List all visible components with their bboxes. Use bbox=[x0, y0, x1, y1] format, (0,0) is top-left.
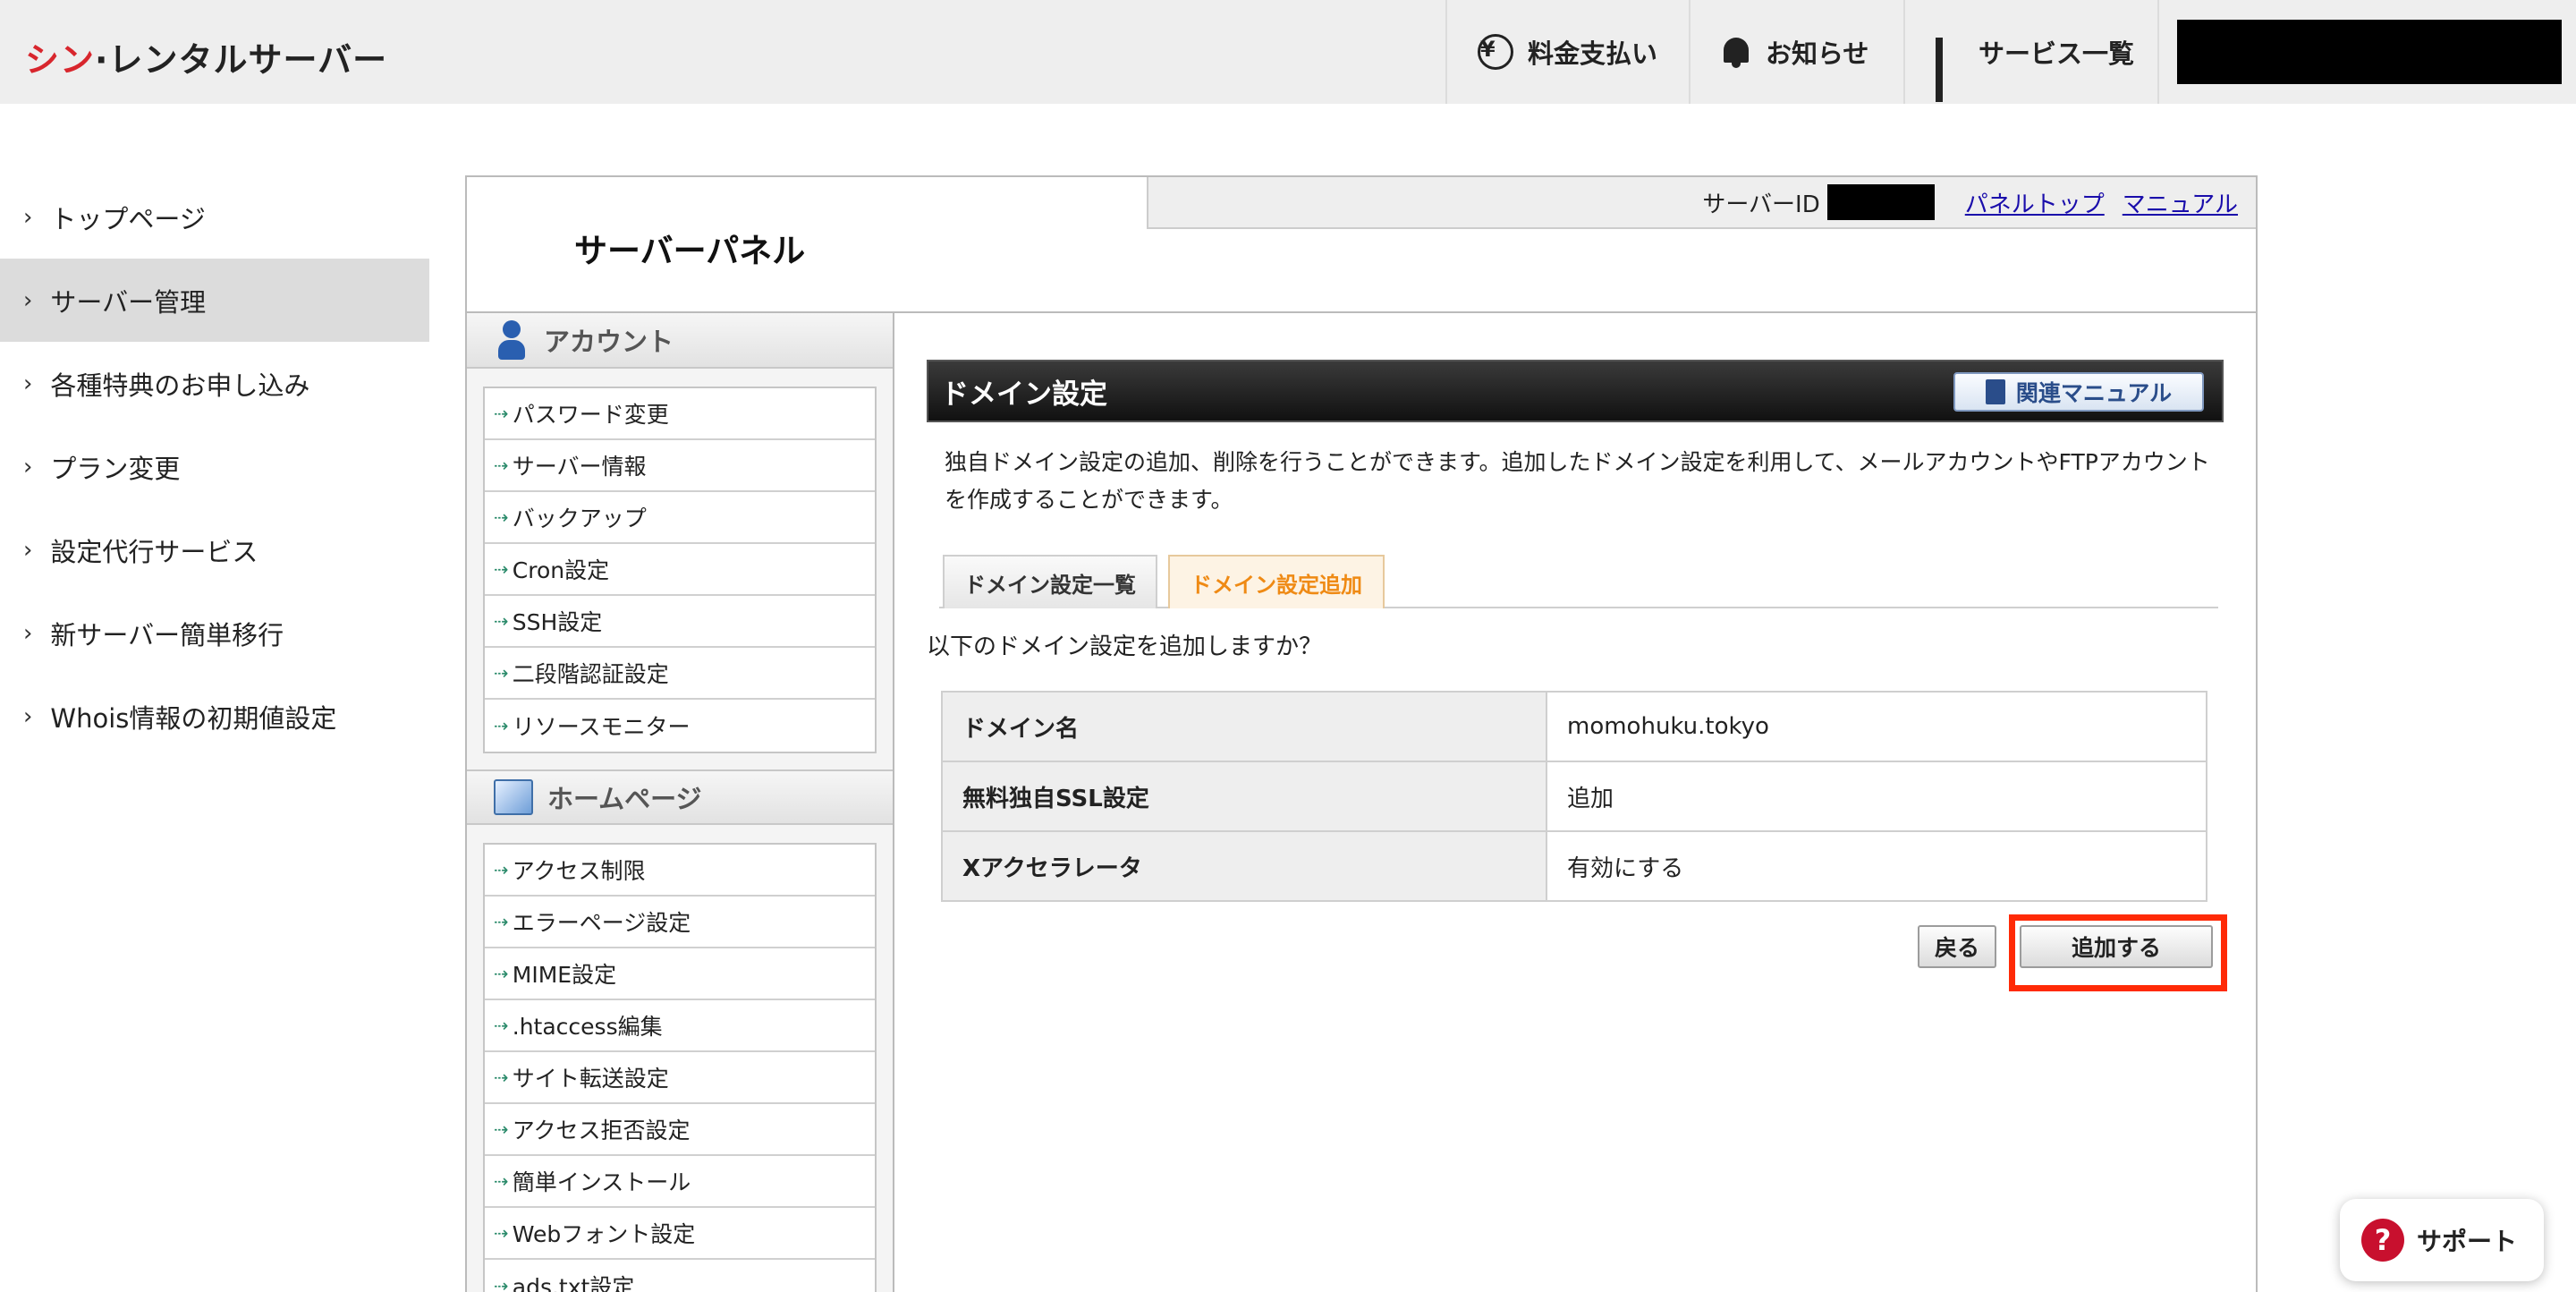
support-button[interactable]: ? サポート bbox=[2340, 1199, 2544, 1281]
yen-icon: ¥ bbox=[1478, 34, 1513, 70]
sidebar-item-setup-service[interactable]: › 設定代行サービス bbox=[0, 508, 429, 591]
back-button[interactable]: 戻る bbox=[1918, 925, 1996, 968]
grid-icon bbox=[1936, 38, 1964, 102]
menu-item-easy-install[interactable]: ⇢ 簡単インストール bbox=[485, 1156, 875, 1208]
table-row: Xアクセラレータ 有効にする bbox=[941, 830, 2207, 902]
arrow-icon: ⇢ bbox=[494, 911, 509, 932]
panel-header: サーバーパネル サーバーID パネルトップ マニュアル bbox=[467, 177, 2256, 313]
sidebar-item-plan-change[interactable]: › プラン変更 bbox=[0, 425, 429, 508]
server-panel: サーバーパネル サーバーID パネルトップ マニュアル アカウント ⇢ パスワード… bbox=[465, 175, 2258, 1292]
book-icon bbox=[1985, 379, 2005, 404]
panel-menu: アカウント ⇢ パスワード変更 ⇢ サーバー情報 ⇢ バックアップ ⇢ Cron設定 ⇢… bbox=[467, 313, 894, 1292]
menu-head-account: アカウント bbox=[467, 313, 893, 369]
question-icon: ? bbox=[2361, 1219, 2404, 1262]
menu-item-backup[interactable]: ⇢ バックアップ bbox=[485, 492, 875, 544]
arrow-icon: ⇢ bbox=[494, 662, 509, 684]
sidebar-item-benefits[interactable]: › 各種特典のお申し込み bbox=[0, 342, 429, 425]
redacted-server-id bbox=[1826, 184, 1935, 220]
tab-domain-add[interactable]: ドメイン設定追加 bbox=[1168, 555, 1385, 608]
chevron-right-icon: › bbox=[23, 453, 33, 480]
add-button[interactable]: 追加する bbox=[2020, 925, 2213, 968]
menu-item-mime[interactable]: ⇢ MIME設定 bbox=[485, 948, 875, 1000]
row-value-x-accelerator: 有効にする bbox=[1546, 830, 2207, 902]
chevron-right-icon: › bbox=[23, 536, 33, 564]
menu-item-web-font[interactable]: ⇢ Webフォント設定 bbox=[485, 1208, 875, 1260]
domain-settings-content: ドメイン設定 関連マニュアル 独自ドメイン設定の追加、削除を行うことができます。… bbox=[896, 313, 2256, 1292]
arrow-icon: ⇢ bbox=[494, 403, 509, 424]
site-logo[interactable]: シン·レンタルサーバー bbox=[25, 32, 387, 81]
arrow-icon: ⇢ bbox=[494, 1170, 509, 1192]
row-value-domain-name: momohuku.tokyo bbox=[1546, 691, 2207, 762]
chevron-right-icon: › bbox=[23, 203, 33, 231]
sidebar-item-whois[interactable]: › Whois情報の初期値設定 bbox=[0, 675, 429, 758]
row-value-free-ssl: 追加 bbox=[1546, 761, 2207, 832]
table-row: 無料独自SSL設定 追加 bbox=[941, 761, 2207, 832]
menu-item-access-restriction[interactable]: ⇢ アクセス制限 bbox=[485, 845, 875, 897]
section-title: ドメイン設定 bbox=[941, 378, 1107, 411]
related-manual-button[interactable]: 関連マニュアル bbox=[1953, 372, 2204, 412]
menu-item-two-factor[interactable]: ⇢ 二段階認証設定 bbox=[485, 648, 875, 700]
tab-bar: ドメイン設定一覧 ドメイン設定追加 bbox=[939, 551, 2218, 608]
menu-item-ads-txt[interactable]: ⇢ ads.txt設定 bbox=[485, 1260, 875, 1292]
chevron-right-icon: › bbox=[23, 286, 33, 314]
sidebar-item-server-migration[interactable]: › 新サーバー簡単移行 bbox=[0, 591, 429, 675]
arrow-icon: ⇢ bbox=[494, 610, 509, 632]
chevron-right-icon: › bbox=[23, 619, 33, 647]
table-row: ドメイン名 momohuku.tokyo bbox=[941, 691, 2207, 762]
menu-item-server-info[interactable]: ⇢ サーバー情報 bbox=[485, 440, 875, 492]
menu-item-site-redirect[interactable]: ⇢ サイト転送設定 bbox=[485, 1052, 875, 1104]
menu-item-cron[interactable]: ⇢ Cron設定 bbox=[485, 544, 875, 596]
menu-item-access-deny[interactable]: ⇢ アクセス拒否設定 bbox=[485, 1104, 875, 1156]
tab-domain-list[interactable]: ドメイン設定一覧 bbox=[943, 555, 1157, 608]
arrow-icon: ⇢ bbox=[494, 1275, 509, 1292]
chevron-right-icon: › bbox=[23, 370, 33, 397]
account-menu-list: ⇢ パスワード変更 ⇢ サーバー情報 ⇢ バックアップ ⇢ Cron設定 ⇢ SSH設定 … bbox=[483, 387, 877, 753]
menu-item-ssh[interactable]: ⇢ SSH設定 bbox=[485, 596, 875, 648]
menu-item-password-change[interactable]: ⇢ パスワード変更 bbox=[485, 388, 875, 440]
arrow-icon: ⇢ bbox=[494, 1067, 509, 1088]
arrow-icon: ⇢ bbox=[494, 1118, 509, 1140]
arrow-icon: ⇢ bbox=[494, 715, 509, 736]
sidebar-item-top-page[interactable]: › トップページ bbox=[0, 175, 429, 259]
page-title: サーバーパネル bbox=[574, 232, 806, 270]
bell-icon bbox=[1721, 34, 1751, 70]
top-header: シン·レンタルサーバー ¥ 料金支払い お知らせ サービス一覧 bbox=[0, 0, 2576, 104]
chevron-right-icon: › bbox=[23, 702, 33, 730]
homepage-menu-list: ⇢ アクセス制限 ⇢ エラーページ設定 ⇢ MIME設定 ⇢ .htaccess編集 ⇢… bbox=[483, 843, 877, 1292]
section-description: 独自ドメイン設定の追加、削除を行うことができます。追加したドメイン設定を利用して… bbox=[945, 449, 2210, 513]
nav-payment[interactable]: ¥ 料金支払い bbox=[1445, 0, 1689, 104]
domain-confirm-table: ドメイン名 momohuku.tokyo 無料独自SSL設定 追加 Xアクセラレ… bbox=[941, 691, 2207, 902]
menu-item-htaccess[interactable]: ⇢ .htaccess編集 bbox=[485, 1000, 875, 1052]
arrow-icon: ⇢ bbox=[494, 506, 509, 528]
sidebar-item-server-management[interactable]: › サーバー管理 bbox=[0, 259, 429, 342]
arrow-icon: ⇢ bbox=[494, 1222, 509, 1244]
row-key-free-ssl: 無料独自SSL設定 bbox=[941, 761, 1547, 832]
confirm-question: 以下のドメイン設定を追加しますか？ bbox=[927, 633, 1323, 660]
nav-news[interactable]: お知らせ bbox=[1689, 0, 1903, 104]
arrow-icon: ⇢ bbox=[494, 963, 509, 984]
row-key-x-accelerator: Xアクセラレータ bbox=[941, 830, 1547, 902]
section-header: ドメイン設定 関連マニュアル bbox=[927, 360, 2224, 422]
arrow-icon: ⇢ bbox=[494, 859, 509, 880]
redacted-account-name bbox=[2177, 20, 2562, 84]
panel-topbar: サーバーID パネルトップ マニュアル bbox=[1147, 177, 2256, 229]
menu-item-resource-monitor[interactable]: ⇢ リソースモニター bbox=[485, 700, 875, 752]
nav-services[interactable]: サービス一覧 bbox=[1903, 0, 2157, 104]
menu-head-homepage: ホームページ bbox=[467, 769, 893, 825]
arrow-icon: ⇢ bbox=[494, 1015, 509, 1036]
sidebar: › トップページ › サーバー管理 › 各種特典のお申し込み › プラン変更 › 設定代行… bbox=[0, 175, 429, 758]
menu-item-error-page[interactable]: ⇢ エラーページ設定 bbox=[485, 897, 875, 948]
manual-link[interactable]: マニュアル bbox=[2123, 186, 2238, 219]
person-icon bbox=[494, 319, 530, 361]
server-id-label: サーバーID bbox=[1702, 191, 1820, 218]
arrow-icon: ⇢ bbox=[494, 455, 509, 476]
row-key-domain-name: ドメイン名 bbox=[941, 691, 1547, 762]
panel-top-link[interactable]: パネルトップ bbox=[1965, 186, 2105, 219]
arrow-icon: ⇢ bbox=[494, 558, 509, 580]
account-menu[interactable] bbox=[2157, 0, 2576, 104]
homepage-icon bbox=[494, 779, 533, 815]
